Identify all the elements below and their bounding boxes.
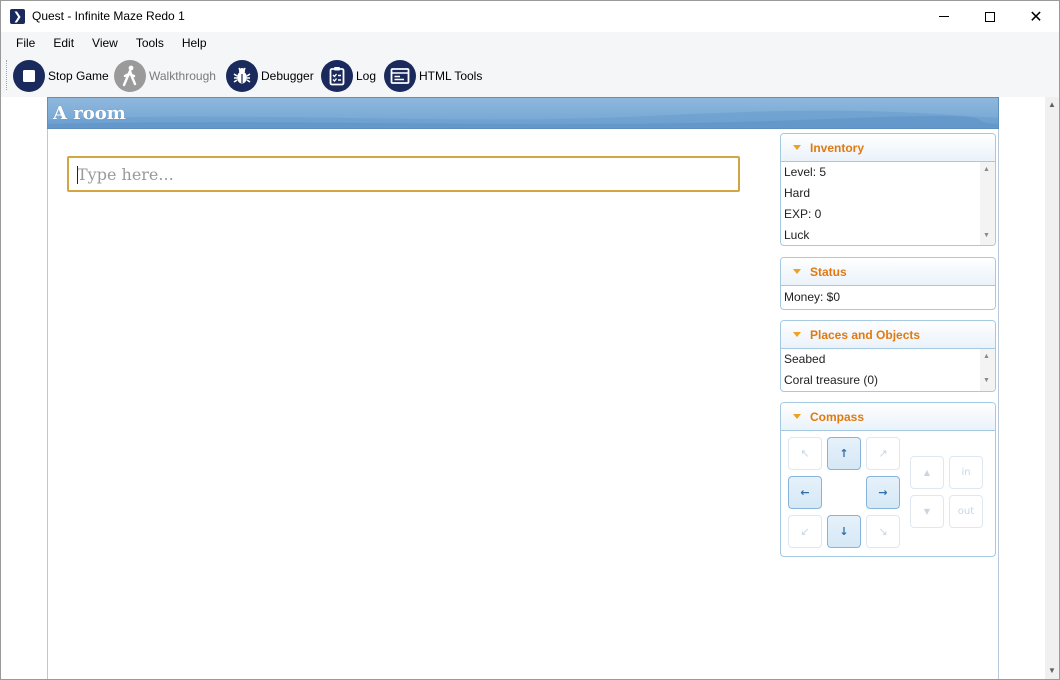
title-bar: ❯ Quest - Infinite Maze Redo 1 ✕: [1, 1, 1059, 32]
collapse-arrow-icon: [793, 269, 801, 274]
window-title: Quest - Infinite Maze Redo 1: [32, 9, 185, 23]
compass-northwest-button: ↖: [788, 437, 822, 470]
header-wave-decoration: [48, 110, 998, 128]
inventory-item[interactable]: Luck: [781, 225, 995, 245]
html-tools-button[interactable]: HTML Tools: [384, 59, 482, 92]
inventory-list: Level: 5 Hard EXP: 0 Luck ▲ ▼: [781, 162, 995, 245]
compass-out-button: out: [949, 495, 983, 528]
inventory-pane-header[interactable]: Inventory: [781, 134, 995, 162]
stop-icon: [13, 59, 45, 92]
quest-app-icon: ❯: [10, 9, 25, 24]
log-label: Log: [356, 68, 377, 83]
compass-west-button[interactable]: ←: [788, 476, 822, 509]
walkthrough-label: Walkthrough: [149, 68, 216, 83]
compass-pane-header[interactable]: Compass: [781, 403, 995, 431]
stop-game-button[interactable]: Stop Game: [13, 59, 109, 92]
inventory-item[interactable]: EXP: 0: [781, 204, 995, 225]
maximize-icon: [985, 11, 995, 22]
compass-title: Compass: [810, 409, 865, 424]
compass-pane: Compass ↖ ↑ ↗ ← → ↙ ↓ ↘ ▲ in ▼ out: [780, 402, 996, 557]
walkthrough-button: Walkthrough: [114, 59, 216, 92]
minimize-icon: [939, 16, 949, 17]
game-scrollbar[interactable]: ▲ ▼: [1045, 97, 1059, 679]
html-tools-label: HTML Tools: [419, 68, 483, 83]
text-caret: [77, 166, 78, 184]
debugger-button[interactable]: Debugger: [226, 59, 314, 92]
compass-southwest-button: ↙: [788, 515, 822, 548]
compass-southeast-button: ↘: [866, 515, 900, 548]
compass-south-button[interactable]: ↓: [827, 515, 861, 548]
menu-help[interactable]: Help: [173, 32, 216, 54]
place-object-item[interactable]: Coral treasure (0): [781, 370, 995, 391]
status-item: Money: $0: [784, 290, 841, 304]
place-object-item[interactable]: Seabed: [781, 349, 995, 370]
command-input[interactable]: Type here...: [67, 156, 740, 192]
inventory-scrollbar[interactable]: ▲ ▼: [980, 162, 995, 245]
inventory-title: Inventory: [810, 140, 865, 155]
toolbar: Stop Game Walkthrough Debugger Log HTML …: [1, 54, 1059, 97]
scroll-up-icon[interactable]: ▲: [983, 353, 990, 360]
clipboard-icon: [321, 59, 353, 92]
inventory-item[interactable]: Hard: [781, 183, 995, 204]
close-icon: ✕: [1029, 6, 1043, 26]
compass-down-button: ▼: [910, 495, 944, 528]
compass-east-button[interactable]: →: [866, 476, 900, 509]
compass-northeast-button: ↗: [866, 437, 900, 470]
scroll-down-icon[interactable]: ▼: [983, 232, 990, 239]
scroll-up-icon[interactable]: ▲: [983, 166, 990, 173]
places-objects-pane-header[interactable]: Places and Objects: [781, 321, 995, 349]
quest-window: ❯ Quest - Infinite Maze Redo 1 ✕ File Ed…: [0, 0, 1060, 680]
log-button[interactable]: Log: [321, 59, 376, 92]
debugger-label: Debugger: [261, 68, 314, 83]
html-tools-icon: [384, 59, 416, 92]
places-objects-list: Seabed Coral treasure (0) ▲ ▼: [781, 349, 995, 391]
status-pane: Status Money: $0: [780, 257, 996, 310]
menu-edit[interactable]: Edit: [44, 32, 83, 54]
room-title: A room: [53, 103, 126, 124]
scroll-down-icon[interactable]: ▼: [983, 377, 990, 384]
status-pane-header[interactable]: Status: [781, 258, 995, 286]
status-title: Status: [810, 264, 847, 279]
status-list: Money: $0: [781, 287, 995, 308]
scroll-up-icon[interactable]: ▲: [1048, 100, 1056, 109]
command-placeholder: Type here...: [77, 165, 174, 184]
collapse-arrow-icon: [793, 145, 801, 150]
compass-up-button: ▲: [910, 456, 944, 489]
compass-north-button[interactable]: ↑: [827, 437, 861, 470]
minimize-button[interactable]: [921, 1, 967, 32]
inventory-item[interactable]: Level: 5: [781, 162, 995, 183]
compass-grid: ↖ ↑ ↗ ← → ↙ ↓ ↘ ▲ in ▼ out: [781, 431, 995, 556]
stop-game-label: Stop Game: [48, 68, 109, 83]
menu-view[interactable]: View: [83, 32, 127, 54]
collapse-arrow-icon: [793, 332, 801, 337]
walking-person-icon: [114, 59, 146, 92]
scroll-down-icon[interactable]: ▼: [1048, 666, 1056, 675]
compass-in-button: in: [949, 456, 983, 489]
toolbar-grip[interactable]: [6, 60, 8, 90]
places-objects-pane: Places and Objects Seabed Coral treasure…: [780, 320, 996, 392]
collapse-arrow-icon: [793, 414, 801, 419]
maximize-button[interactable]: [967, 1, 1013, 32]
close-button[interactable]: ✕: [1013, 1, 1059, 32]
places-objects-title: Places and Objects: [810, 327, 921, 342]
menu-bar: File Edit View Tools Help: [1, 32, 1059, 54]
menu-file[interactable]: File: [7, 32, 44, 54]
places-objects-scrollbar[interactable]: ▲ ▼: [980, 349, 995, 391]
inventory-pane: Inventory Level: 5 Hard EXP: 0 Luck ▲ ▼: [780, 133, 996, 246]
menu-tools[interactable]: Tools: [127, 32, 173, 54]
bug-icon: [226, 59, 258, 92]
room-header: A room: [47, 97, 999, 129]
